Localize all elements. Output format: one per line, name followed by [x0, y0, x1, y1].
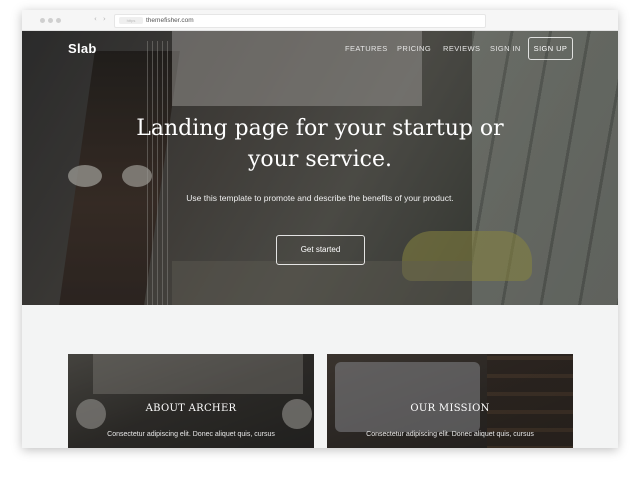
window-close-dot[interactable] [40, 18, 45, 23]
hero-headline-line2: your service. [248, 147, 392, 172]
nav-features[interactable]: FEATURES [345, 44, 388, 53]
card-title: OUR MISSION [410, 403, 490, 414]
site-logo[interactable]: Slab [68, 41, 97, 56]
hero-subtitle: Use this template to promote and describ… [186, 193, 454, 203]
url-text[interactable]: themefisher.com [146, 16, 194, 26]
features-section: ABOUT ARCHER Consectetur adipiscing elit… [22, 305, 618, 448]
about-card[interactable]: ABOUT ARCHER Consectetur adipiscing elit… [68, 354, 314, 448]
hero-headline-line1: Landing page for your startup or [136, 116, 504, 141]
card-text: Consectetur adipiscing elit. Donec aliqu… [366, 431, 534, 438]
address-bar[interactable]: https themefisher.com [114, 14, 486, 28]
sign-up-button[interactable]: SIGN UP [528, 37, 573, 60]
mission-card[interactable]: OUR MISSION Consectetur adipiscing elit.… [327, 354, 573, 448]
browser-toolbar: ‹ › https themefisher.com [22, 10, 618, 31]
nav-reviews[interactable]: REVIEWS [443, 44, 480, 53]
card-text: Consectetur adipiscing elit. Donec aliqu… [107, 431, 275, 438]
card-title: ABOUT ARCHER [145, 403, 237, 414]
get-started-button[interactable]: Get started [276, 235, 365, 265]
hero-headline: Landing page for your startup or your se… [22, 113, 618, 175]
nav-sign-in[interactable]: SIGN IN [490, 44, 521, 53]
url-protocol-badge: https [119, 17, 143, 24]
window-minimize-dot[interactable] [48, 18, 53, 23]
browser-nav-arrows[interactable]: ‹ › [94, 15, 108, 23]
window-maximize-dot[interactable] [56, 18, 61, 23]
nav-pricing[interactable]: PRICING [397, 44, 431, 53]
hero-section: Slab FEATURES PRICING REVIEWS SIGN IN SI… [22, 31, 618, 305]
browser-window: ‹ › https themefisher.com Slab FEATURES … [22, 10, 618, 448]
